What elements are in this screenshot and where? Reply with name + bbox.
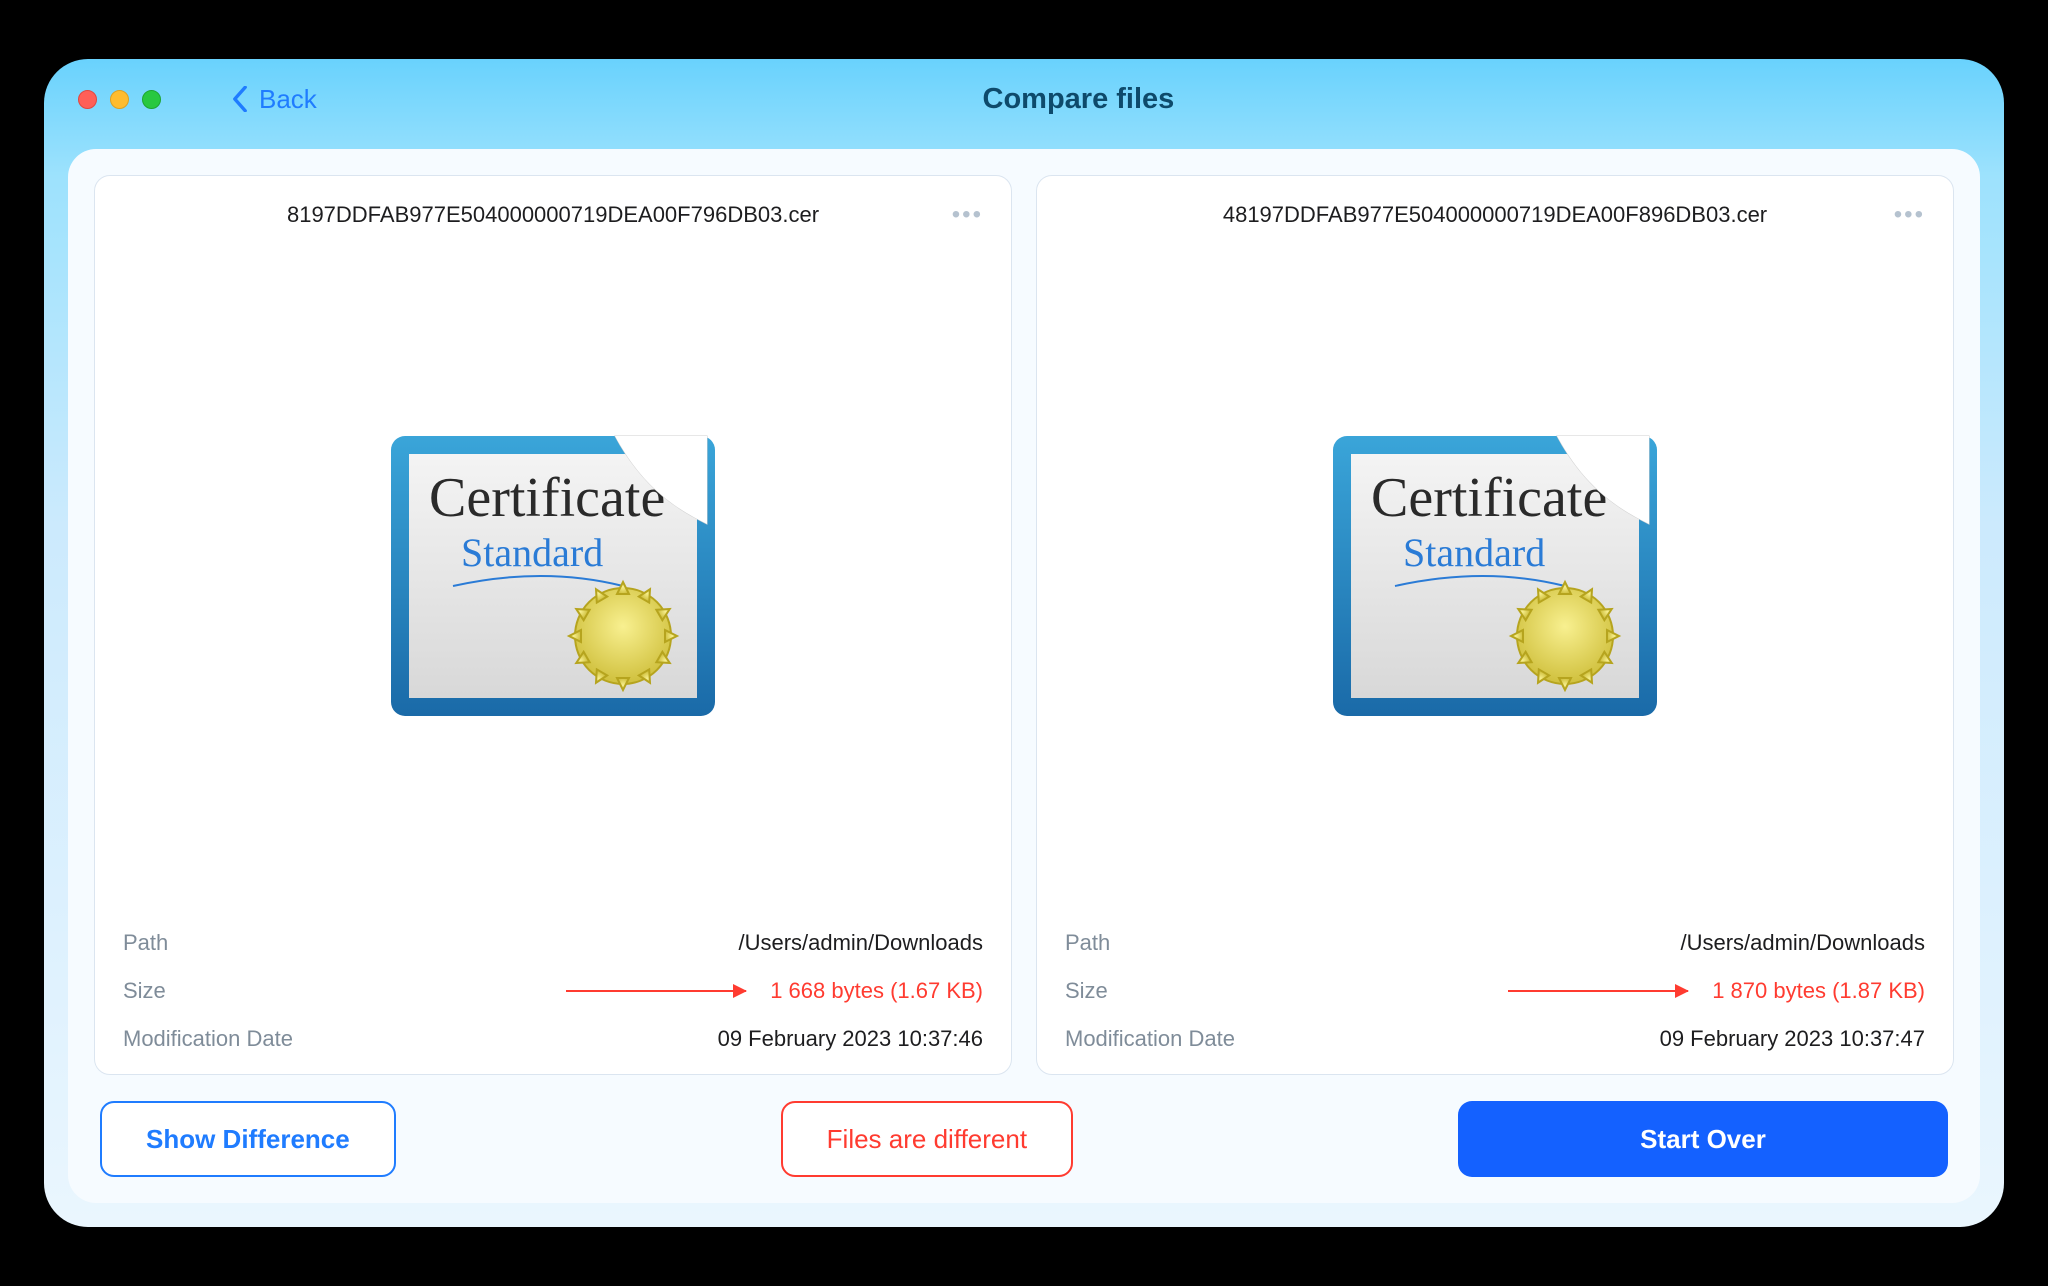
file-icon-zone-right: Certificate Standard — [1065, 232, 1925, 910]
file-icon-zone-left: Certificate Standard — [123, 232, 983, 910]
zoom-window-button[interactable] — [142, 90, 161, 109]
svg-text:Certificate: Certificate — [1371, 467, 1607, 529]
meta-label: Modification Date — [1065, 1026, 1235, 1052]
start-over-button[interactable]: Start Over — [1458, 1101, 1948, 1177]
diff-arrow-icon — [566, 990, 746, 992]
meta-value: /Users/admin/Downloads — [1680, 930, 1925, 956]
certificate-icon: Certificate Standard — [1325, 416, 1665, 726]
back-button[interactable]: Back — [231, 84, 317, 115]
more-menu-left[interactable]: ••• — [952, 201, 983, 229]
page-title: Compare files — [347, 83, 1810, 116]
meta-row-path: Path /Users/admin/Downloads — [123, 930, 983, 956]
file-name-left: 8197DDFAB977E504000000719DEA00F796DB03.c… — [287, 202, 819, 228]
window-controls — [78, 90, 161, 109]
meta-value: 09 February 2023 10:37:47 — [1660, 1026, 1925, 1052]
chevron-left-icon — [231, 86, 249, 112]
meta-row-path: Path /Users/admin/Downloads — [1065, 930, 1925, 956]
svg-text:Standard: Standard — [461, 530, 603, 575]
meta-label: Path — [1065, 930, 1110, 956]
meta-value: 1 870 bytes (1.87 KB) — [1712, 978, 1925, 1004]
back-label: Back — [259, 84, 317, 115]
app-window: Back Compare files 8197DDFAB977E50400000… — [44, 59, 2004, 1227]
svg-text:Standard: Standard — [1403, 530, 1545, 575]
close-window-button[interactable] — [78, 90, 97, 109]
file-card-left: 8197DDFAB977E504000000719DEA00F796DB03.c… — [94, 175, 1012, 1075]
diff-arrow-icon — [1508, 990, 1688, 992]
cards-row: 8197DDFAB977E504000000719DEA00F796DB03.c… — [94, 175, 1954, 1075]
file-card-right: 48197DDFAB977E504000000719DEA00F896DB03.… — [1036, 175, 1954, 1075]
meta-label: Size — [123, 978, 183, 1004]
meta-value: 1 668 bytes (1.67 KB) — [770, 978, 983, 1004]
file-meta-left: Path /Users/admin/Downloads Size 1 668 b… — [123, 930, 983, 1052]
actions-bar: Show Difference Files are different Star… — [94, 1101, 1954, 1177]
compare-status-badge: Files are different — [781, 1101, 1073, 1177]
certificate-icon: Certificate Standard — [383, 416, 723, 726]
minimize-window-button[interactable] — [110, 90, 129, 109]
meta-row-size: Size 1 870 bytes (1.87 KB) — [1065, 978, 1925, 1004]
file-name-right: 48197DDFAB977E504000000719DEA00F896DB03.… — [1223, 202, 1767, 228]
meta-row-moddate: Modification Date 09 February 2023 10:37… — [123, 1026, 983, 1052]
meta-label: Size — [1065, 978, 1125, 1004]
meta-row-moddate: Modification Date 09 February 2023 10:37… — [1065, 1026, 1925, 1052]
titlebar: Back Compare files — [44, 59, 2004, 139]
more-menu-right[interactable]: ••• — [1894, 201, 1925, 229]
content-body: 8197DDFAB977E504000000719DEA00F796DB03.c… — [68, 149, 1980, 1203]
svg-text:Certificate: Certificate — [429, 467, 665, 529]
meta-value: 09 February 2023 10:37:46 — [718, 1026, 983, 1052]
meta-row-size: Size 1 668 bytes (1.67 KB) — [123, 978, 983, 1004]
meta-value: /Users/admin/Downloads — [738, 930, 983, 956]
show-difference-button[interactable]: Show Difference — [100, 1101, 396, 1177]
meta-label: Modification Date — [123, 1026, 293, 1052]
file-meta-right: Path /Users/admin/Downloads Size 1 870 b… — [1065, 930, 1925, 1052]
meta-label: Path — [123, 930, 168, 956]
